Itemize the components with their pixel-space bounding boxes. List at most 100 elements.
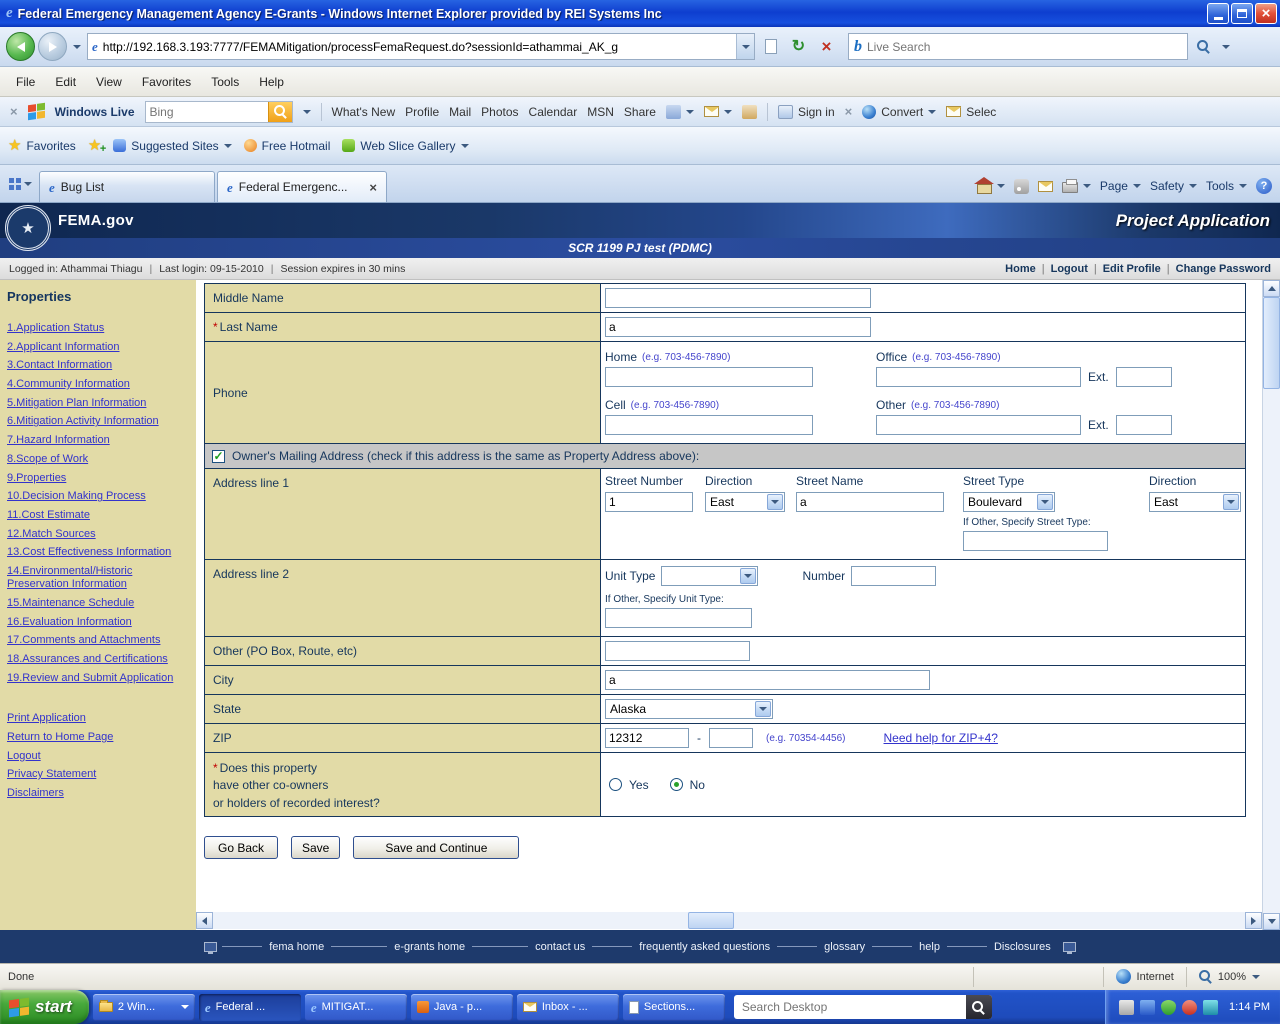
tray-icon[interactable] bbox=[1203, 1000, 1218, 1015]
select-arrow-button[interactable] bbox=[740, 568, 756, 584]
menu-help[interactable]: Help bbox=[249, 71, 294, 93]
select-arrow-button[interactable] bbox=[755, 701, 771, 717]
live-mail-menu[interactable] bbox=[704, 106, 732, 117]
scroll-down-button[interactable] bbox=[1263, 913, 1280, 930]
unit-type-select[interactable] bbox=[661, 566, 758, 586]
chevron-down-icon[interactable] bbox=[303, 110, 311, 114]
add-favorite-button[interactable]: ★+ bbox=[88, 138, 101, 153]
home-link[interactable]: Home bbox=[1005, 263, 1036, 275]
print-button[interactable] bbox=[1062, 179, 1091, 193]
address-bar[interactable]: e http://192.168.3.193:7777/FEMAMitigati… bbox=[87, 33, 755, 60]
sidebar-item-decision-making[interactable]: 10.Decision Making Process bbox=[7, 490, 191, 503]
other-phone-input[interactable] bbox=[876, 415, 1081, 435]
scrollbar-thumb[interactable] bbox=[1263, 297, 1280, 389]
bing-search-input[interactable] bbox=[146, 105, 268, 119]
edit-profile-link[interactable]: Edit Profile bbox=[1103, 263, 1161, 275]
unit-number-input[interactable] bbox=[851, 566, 936, 586]
footer-faq-link[interactable]: frequently asked questions bbox=[632, 941, 777, 953]
live-search-input[interactable] bbox=[867, 40, 1182, 54]
search-go-button[interactable] bbox=[1191, 34, 1216, 59]
cell-phone-input[interactable] bbox=[605, 415, 813, 435]
sidebar-item-maintenance-schedule[interactable]: 15.Maintenance Schedule bbox=[7, 597, 191, 610]
state-select[interactable]: Alaska bbox=[605, 699, 773, 719]
select-menu[interactable]: Selec bbox=[946, 105, 996, 119]
forward-button[interactable] bbox=[38, 32, 67, 61]
save-button[interactable]: Save bbox=[291, 836, 340, 859]
live-link-mail[interactable]: Mail bbox=[449, 105, 471, 119]
live-search-box[interactable]: b bbox=[848, 33, 1188, 60]
scroll-left-button[interactable] bbox=[196, 912, 213, 929]
taskbar-window-inbox[interactable]: Inbox - ... bbox=[517, 994, 619, 1021]
sidebar-item-evaluation-information[interactable]: 16.Evaluation Information bbox=[7, 616, 191, 629]
logout-link[interactable]: Logout bbox=[7, 750, 191, 763]
zoom-control[interactable]: 100% bbox=[1186, 967, 1272, 986]
suggested-sites-item[interactable]: Suggested Sites bbox=[113, 139, 231, 153]
coowners-no-radio[interactable] bbox=[670, 778, 683, 791]
home-button[interactable] bbox=[977, 178, 1005, 194]
translate-icon[interactable] bbox=[742, 105, 757, 119]
scrollbar-track[interactable] bbox=[213, 912, 1245, 929]
select-arrow-button[interactable] bbox=[767, 494, 783, 510]
sidebar-item-application-status[interactable]: 1.Application Status bbox=[7, 322, 191, 335]
other-ext-input[interactable] bbox=[1116, 415, 1172, 435]
office-phone-input[interactable] bbox=[876, 367, 1081, 387]
tab-bug-list[interactable]: e Bug List bbox=[39, 171, 215, 202]
select-arrow-button[interactable] bbox=[1223, 494, 1239, 510]
office-ext-input[interactable] bbox=[1116, 367, 1172, 387]
tray-icon[interactable] bbox=[1182, 1000, 1197, 1015]
sidebar-item-mitigation-plan[interactable]: 5.Mitigation Plan Information bbox=[7, 397, 191, 410]
menu-file[interactable]: File bbox=[6, 71, 45, 93]
other-street-type-input[interactable] bbox=[963, 531, 1108, 551]
web-slice-gallery-item[interactable]: Web Slice Gallery bbox=[342, 139, 468, 153]
fema-gov-logo[interactable]: FEMA.gov bbox=[58, 212, 134, 229]
other-po-box-input[interactable] bbox=[605, 641, 750, 661]
live-link-photos[interactable]: Photos bbox=[481, 105, 518, 119]
windows-live-label[interactable]: Windows Live bbox=[55, 105, 135, 119]
menu-favorites[interactable]: Favorites bbox=[132, 71, 201, 93]
menu-view[interactable]: View bbox=[86, 71, 132, 93]
page-menu[interactable]: Page bbox=[1100, 179, 1141, 193]
live-link-whats-new[interactable]: What's New bbox=[332, 105, 396, 119]
taskbar-clock[interactable]: 1:14 PM bbox=[1229, 1001, 1270, 1013]
quick-tabs-button[interactable] bbox=[4, 171, 37, 197]
sidebar-item-environmental-historic[interactable]: 14.Environmental/Historic Preservation I… bbox=[7, 565, 191, 591]
direction-select[interactable]: East bbox=[705, 492, 785, 512]
tray-icon[interactable] bbox=[1140, 1000, 1155, 1015]
live-link-profile[interactable]: Profile bbox=[405, 105, 439, 119]
scrollbar-thumb[interactable] bbox=[688, 912, 734, 929]
help-button[interactable]: ? bbox=[1256, 178, 1272, 194]
toolbar-close-icon[interactable]: × bbox=[10, 104, 18, 119]
sidebar-item-review-submit[interactable]: 19.Review and Submit Application bbox=[7, 672, 191, 685]
vertical-scrollbar[interactable] bbox=[1262, 280, 1280, 930]
horizontal-scrollbar[interactable] bbox=[196, 912, 1262, 929]
menu-tools[interactable]: Tools bbox=[201, 71, 249, 93]
toolbar-close-icon[interactable]: × bbox=[845, 104, 853, 119]
scroll-up-button[interactable] bbox=[1263, 280, 1280, 297]
footer-glossary-link[interactable]: glossary bbox=[817, 941, 872, 953]
search-desktop-button[interactable] bbox=[966, 995, 992, 1019]
disclaimers-link[interactable]: Disclaimers bbox=[7, 787, 191, 800]
sidebar-item-community-information[interactable]: 4.Community Information bbox=[7, 378, 191, 391]
start-button[interactable]: start bbox=[0, 990, 89, 1024]
privacy-statement-link[interactable]: Privacy Statement bbox=[7, 768, 191, 781]
taskbar-window-sections[interactable]: Sections... bbox=[623, 994, 725, 1021]
scrollbar-track[interactable] bbox=[1263, 297, 1280, 913]
free-hotmail-item[interactable]: Free Hotmail bbox=[244, 139, 331, 153]
save-and-continue-button[interactable]: Save and Continue bbox=[353, 836, 519, 859]
favorites-button[interactable]: ★Favorites bbox=[8, 138, 76, 153]
sidebar-item-assurances-certifications[interactable]: 18.Assurances and Certifications bbox=[7, 653, 191, 666]
mailing-address-checkbox[interactable]: ✓ bbox=[212, 450, 225, 463]
live-profile-menu[interactable] bbox=[666, 105, 694, 119]
sidebar-item-match-sources[interactable]: 12.Match Sources bbox=[7, 528, 191, 541]
search-desktop-input[interactable] bbox=[734, 1000, 966, 1014]
street-number-input[interactable] bbox=[605, 492, 693, 512]
taskbar-window-federal[interactable]: eFederal ... bbox=[199, 994, 301, 1021]
url-text[interactable]: http://192.168.3.193:7777/FEMAMitigation… bbox=[103, 40, 731, 54]
return-home-link[interactable]: Return to Home Page bbox=[7, 731, 191, 744]
other-unit-type-input[interactable] bbox=[605, 608, 752, 628]
restore-button[interactable] bbox=[1231, 3, 1253, 24]
sidebar-item-scope-of-work[interactable]: 8.Scope of Work bbox=[7, 453, 191, 466]
zip-help-link[interactable]: Need help for ZIP+4? bbox=[884, 731, 998, 745]
search-desktop-box[interactable] bbox=[734, 995, 992, 1019]
home-phone-input[interactable] bbox=[605, 367, 813, 387]
